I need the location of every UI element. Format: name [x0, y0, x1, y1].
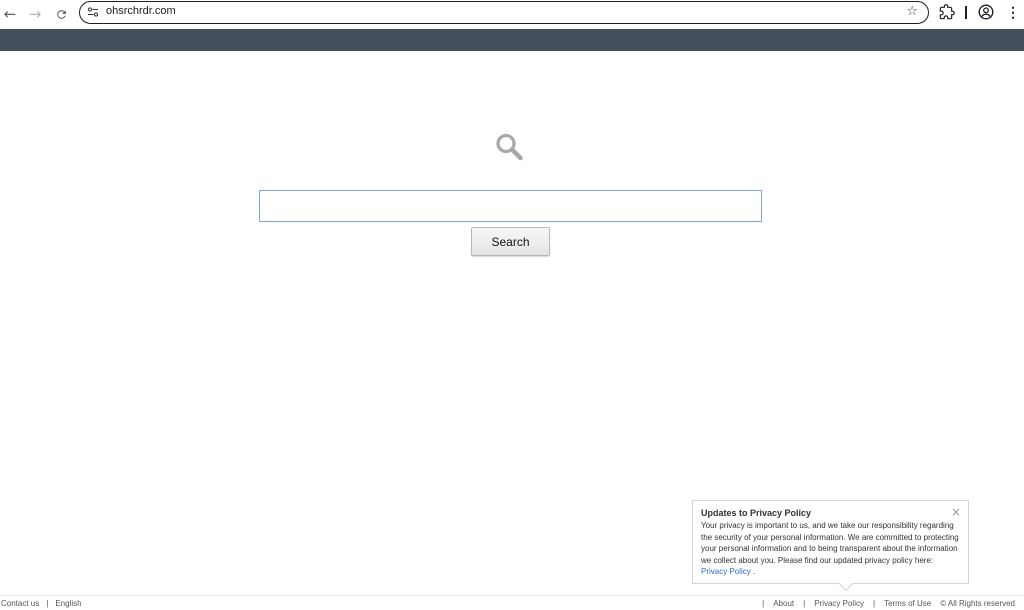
- privacy-policy-footer-link[interactable]: Privacy Policy: [814, 599, 864, 608]
- footer-separator: |: [803, 599, 806, 608]
- back-arrow-icon[interactable]: ←: [0, 4, 20, 24]
- footer-left: Contact us | English: [1, 599, 82, 608]
- popup-title: Updates to Privacy Policy: [701, 508, 812, 518]
- url-text[interactable]: ohsrchrdr.com: [106, 5, 176, 17]
- popup-body-text: Your privacy is important to us, and we …: [701, 521, 959, 565]
- about-link[interactable]: About: [773, 599, 794, 608]
- privacy-update-popup: × Updates to Privacy Policy Your privacy…: [692, 500, 969, 592]
- reload-icon[interactable]: [51, 4, 71, 24]
- popup-body: Your privacy is important to us, and we …: [701, 520, 960, 578]
- site-header-bar: [0, 29, 1024, 51]
- forward-arrow-icon[interactable]: →: [25, 4, 45, 24]
- bookmark-star-icon[interactable]: ☆: [906, 4, 918, 19]
- search-button[interactable]: Search: [471, 227, 550, 256]
- privacy-policy-link[interactable]: Privacy Policy: [701, 567, 751, 576]
- footer: Contact us | English | About | Privacy P…: [0, 595, 1024, 610]
- extensions-puzzle-icon[interactable]: [939, 4, 957, 22]
- contact-us-link[interactable]: Contact us: [1, 599, 39, 608]
- footer-separator: |: [872, 599, 876, 608]
- site-info-icon[interactable]: [86, 5, 100, 19]
- more-vert-icon[interactable]: ⋮: [1006, 4, 1020, 22]
- magnifier-icon: [494, 132, 524, 162]
- footer-right: | About | Privacy Policy | Terms of Use …: [762, 599, 1015, 608]
- popup-trailing: .: [753, 567, 756, 577]
- account-circle-icon[interactable]: [978, 4, 994, 20]
- toolbar-divider: [965, 6, 967, 19]
- language-link[interactable]: English: [55, 599, 81, 608]
- copyright-text: © All Rights reserved: [940, 599, 1015, 608]
- close-icon[interactable]: ×: [951, 506, 961, 518]
- browser-toolbar: ← → ohsrchrdr.com ☆ ⋮: [0, 0, 1024, 29]
- footer-separator: |: [762, 599, 765, 608]
- popup-pointer: [838, 576, 854, 592]
- terms-of-use-link[interactable]: Terms of Use: [884, 599, 931, 608]
- address-bar[interactable]: ohsrchrdr.com ☆: [79, 1, 929, 24]
- search-input[interactable]: [259, 190, 762, 222]
- footer-separator: |: [46, 599, 49, 608]
